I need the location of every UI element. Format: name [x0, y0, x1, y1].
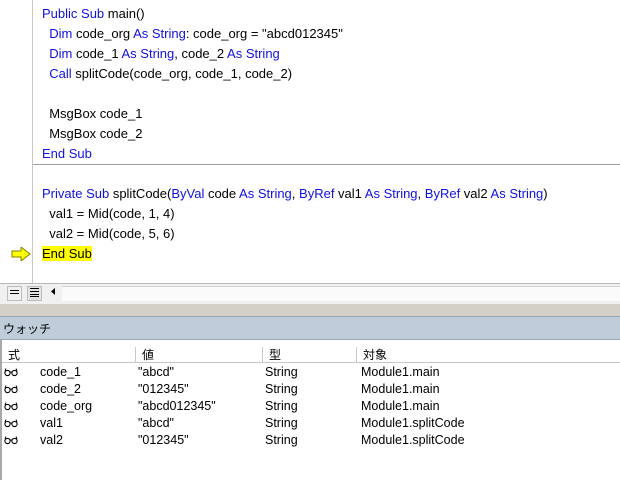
code-keyword: End Sub	[42, 146, 92, 161]
code-keyword: As String	[227, 46, 280, 61]
watch-glasses-icon	[4, 368, 18, 377]
code-text: val2 = Mid(code, 5, 6)	[42, 226, 175, 241]
code-line[interactable]: End Sub	[42, 244, 92, 264]
code-line[interactable]: val2 = Mid(code, 5, 6)	[42, 224, 175, 244]
code-keyword: ByVal	[171, 186, 205, 201]
code-text: code_1	[72, 46, 122, 61]
code-text: ,	[417, 186, 425, 201]
code-text: val2	[460, 186, 491, 201]
code-line[interactable]: End Sub	[42, 144, 92, 164]
code-text: )	[543, 186, 548, 201]
column-header-expression[interactable]: 式	[2, 347, 136, 363]
splitter[interactable]	[0, 304, 620, 316]
watch-cell-expression: code_org	[40, 399, 93, 413]
watch-cell-expression: val1	[40, 416, 63, 430]
full-module-view-icon[interactable]	[27, 286, 42, 301]
code-keyword: ByRef	[299, 186, 335, 201]
code-line[interactable]: Call splitCode(code_org, code_1, code_2)	[42, 64, 292, 84]
code-text: , code_2	[174, 46, 228, 61]
code-text: splitCode(code_org, code_1, code_2)	[71, 66, 293, 81]
watch-cell-context: Module1.splitCode	[361, 416, 465, 430]
code-text: MsgBox code_1	[42, 106, 143, 121]
watch-cell-context: Module1.main	[361, 399, 440, 413]
watch-cell-expression: val2	[40, 433, 63, 447]
code-keyword: As String	[239, 186, 292, 201]
watch-glasses-icon	[4, 385, 18, 394]
watch-glasses-icon	[4, 402, 18, 411]
code-keyword: Public Sub	[42, 6, 105, 21]
code-text: val1	[334, 186, 365, 201]
code-text: code_org	[72, 26, 134, 41]
code-line[interactable]: Private Sub splitCode(ByVal code As Stri…	[42, 184, 548, 204]
code-keyword: As String	[133, 26, 186, 41]
watch-row[interactable]: val2 "012345" String Module1.splitCode	[0, 432, 620, 449]
watch-cell-value: "abcd"	[138, 416, 174, 430]
code-window-bottom-bar	[0, 283, 620, 304]
column-header-value[interactable]: 値	[136, 347, 263, 363]
current-statement: End Sub	[42, 246, 92, 261]
watch-cell-type: String	[265, 365, 298, 379]
code-text: : code_org = "abcd012345"	[185, 26, 343, 41]
procedure-separator	[33, 164, 620, 165]
code-line[interactable]: MsgBox code_1	[42, 104, 142, 124]
code-keyword: As String	[121, 46, 175, 61]
code-line[interactable]: Dim code_1 As String, code_2 As String	[42, 44, 280, 64]
watch-cell-type: String	[265, 399, 298, 413]
code-keyword: ByRef	[424, 186, 461, 201]
watch-cell-value: "012345"	[138, 433, 189, 447]
code-keyword: As String	[490, 186, 544, 201]
code-line[interactable]: Public Sub main()	[42, 4, 145, 24]
watch-cell-value: "012345"	[138, 382, 189, 396]
watch-row[interactable]: code_1 "abcd" String Module1.main	[0, 364, 620, 381]
indicator-margin[interactable]	[0, 0, 33, 283]
column-header-context[interactable]: 対象	[357, 347, 620, 363]
watch-cell-context: Module1.main	[361, 365, 440, 379]
code-text: ,	[291, 186, 300, 201]
watch-glasses-icon	[4, 419, 18, 428]
watch-window-title: ウォッチ	[3, 322, 52, 336]
watch-cell-value: "abcd"	[138, 365, 174, 379]
watch-row[interactable]: code_2 "012345" String Module1.main	[0, 381, 620, 398]
watch-cell-expression: code_2	[40, 382, 82, 396]
code-line[interactable]: Dim code_org As String: code_org = "abcd…	[42, 24, 343, 44]
execution-arrow-icon	[11, 247, 31, 261]
code-line[interactable]: val1 = Mid(code, 1, 4)	[42, 204, 175, 224]
procedure-view-icon[interactable]	[7, 286, 22, 301]
watch-row[interactable]: code_org "abcd012345" String Module1.main	[0, 398, 620, 415]
code-text: code	[204, 186, 240, 201]
watch-cell-value: "abcd012345"	[138, 399, 216, 413]
watch-cell-type: String	[265, 382, 298, 396]
watch-cell-context: Module1.splitCode	[361, 433, 465, 447]
code-keyword: Private Sub	[42, 186, 110, 201]
code-text: val1 = Mid(code, 1, 4)	[42, 206, 175, 221]
watch-window-titlebar[interactable]: ウォッチ	[0, 316, 620, 340]
code-line[interactable]: MsgBox code_2	[42, 124, 142, 144]
watch-cell-context: Module1.main	[361, 382, 440, 396]
code-keyword: Call	[42, 66, 72, 81]
watch-cell-type: String	[265, 433, 298, 447]
code-text: MsgBox code_2	[42, 126, 143, 141]
watch-cell-type: String	[265, 416, 298, 430]
code-text: main()	[104, 6, 145, 21]
code-keyword: As String	[364, 186, 418, 201]
watch-glasses-icon	[4, 436, 18, 445]
watch-row[interactable]: val1 "abcd" String Module1.splitCode	[0, 415, 620, 432]
watch-cell-expression: code_1	[40, 365, 82, 379]
code-text: splitCode(	[109, 186, 172, 201]
code-keyword: Dim	[42, 46, 73, 61]
scroll-left-icon[interactable]	[46, 286, 61, 301]
horizontal-scrollbar[interactable]	[62, 286, 620, 301]
code-editor[interactable]: Public Sub main() Dim code_org As String…	[0, 0, 620, 283]
code-keyword: Dim	[42, 26, 73, 41]
column-header-type[interactable]: 型	[263, 347, 357, 363]
